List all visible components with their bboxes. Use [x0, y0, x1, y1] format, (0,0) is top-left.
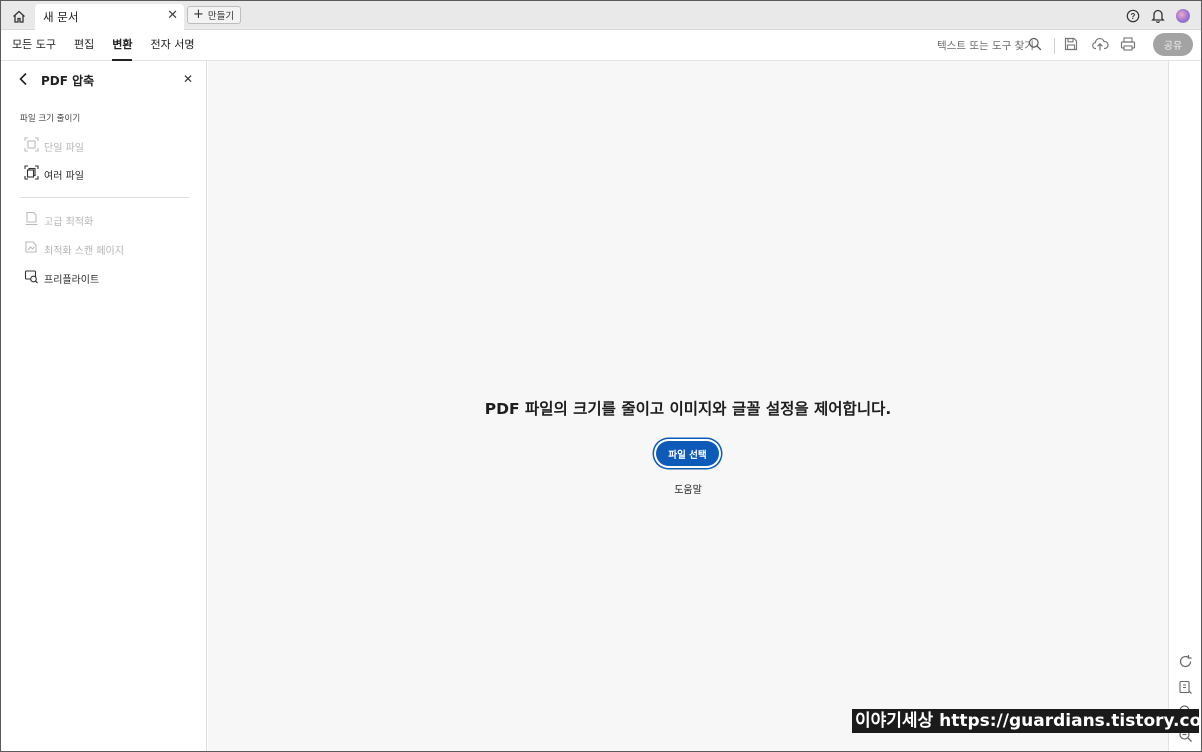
divider: [20, 197, 189, 198]
search-input[interactable]: 텍스트 또는 도구 찾기: [937, 38, 1034, 53]
document-tab[interactable]: 새 문서 ✕: [35, 4, 184, 30]
scan-icon: [24, 240, 39, 258]
option-label: 최적화 스캔 페이지: [44, 245, 124, 257]
option-label: 여러 파일: [44, 170, 84, 182]
page-number-icon[interactable]: [1178, 680, 1194, 696]
bell-icon[interactable]: [1149, 7, 1166, 24]
avatar[interactable]: [1174, 7, 1191, 24]
menu-bar: 모든 도구 편집 변환 전자 서명 텍스트 또는 도구 찾기 공유: [1, 30, 1201, 61]
close-icon[interactable]: ✕: [167, 9, 178, 23]
titlebar-actions: ?: [1124, 7, 1191, 24]
preflight-icon: [24, 269, 39, 287]
title-bar: 새 문서 ✕ + 만들기 ?: [1, 1, 1201, 30]
select-file-button[interactable]: 파일 선택: [656, 441, 719, 466]
create-label: 만들기: [207, 11, 235, 22]
single-file-option[interactable]: 단일 파일: [24, 137, 84, 155]
help-icon[interactable]: ?: [1124, 7, 1141, 24]
save-icon[interactable]: [1063, 36, 1081, 54]
option-label: 고급 최적화: [44, 216, 94, 228]
svg-text:?: ?: [1130, 12, 1135, 21]
menu-tabs: 모든 도구 편집 변환 전자 서명: [12, 30, 194, 61]
advanced-optimization-option[interactable]: 고급 최적화: [24, 211, 93, 229]
app-window: 새 문서 ✕ + 만들기 ? 모든 도구 편집 변환 전자 서명 텍스트 또는 …: [0, 0, 1202, 752]
optimize-scanned-pages-option[interactable]: 최적화 스캔 페이지: [24, 240, 124, 258]
close-icon[interactable]: ✕: [183, 72, 193, 86]
panel-title: PDF 압축: [41, 74, 95, 88]
preflight-option[interactable]: 프리플라이트: [24, 269, 99, 287]
share-button[interactable]: 공유: [1153, 33, 1193, 56]
menu-e-sign[interactable]: 전자 서명: [150, 30, 194, 61]
headline: PDF 파일의 크기를 줄이고 이미지와 글꼴 설정을 제어합니다.: [484, 400, 892, 418]
plus-icon: +: [193, 7, 204, 22]
search-icon[interactable]: [1028, 37, 1042, 54]
right-rail: [1168, 61, 1201, 751]
home-icon[interactable]: [9, 6, 29, 26]
toolbar-divider: [1054, 38, 1055, 54]
watermark-banner: 이야기세상 https://guardians.tistory.com: [852, 709, 1199, 733]
back-icon[interactable]: [18, 72, 32, 88]
option-label: 프리플라이트: [44, 274, 100, 286]
cloud-upload-icon[interactable]: [1091, 36, 1109, 54]
help-link[interactable]: 도움말: [208, 481, 1168, 496]
option-label: 단일 파일: [44, 142, 84, 154]
optimize-icon: [24, 211, 39, 229]
multiple-files-icon: [24, 165, 39, 183]
single-file-icon: [24, 137, 39, 155]
rotate-icon[interactable]: [1178, 654, 1194, 670]
print-icon[interactable]: [1120, 36, 1138, 54]
create-button[interactable]: + 만들기: [187, 6, 242, 24]
section-label: 파일 크기 줄이기: [20, 114, 81, 124]
menu-all-tools[interactable]: 모든 도구: [12, 30, 56, 61]
menu-convert[interactable]: 변환: [112, 30, 133, 61]
tool-panel: PDF 압축 ✕ 파일 크기 줄이기 단일 파일 여러 파일 고급 최적화 최적…: [1, 61, 207, 751]
menu-edit[interactable]: 편집: [74, 30, 94, 61]
tab-title: 새 문서: [43, 10, 79, 24]
main-canvas: PDF 파일의 크기를 줄이고 이미지와 글꼴 설정을 제어합니다. 파일 선택…: [208, 61, 1168, 751]
multiple-files-option[interactable]: 여러 파일: [24, 165, 84, 183]
